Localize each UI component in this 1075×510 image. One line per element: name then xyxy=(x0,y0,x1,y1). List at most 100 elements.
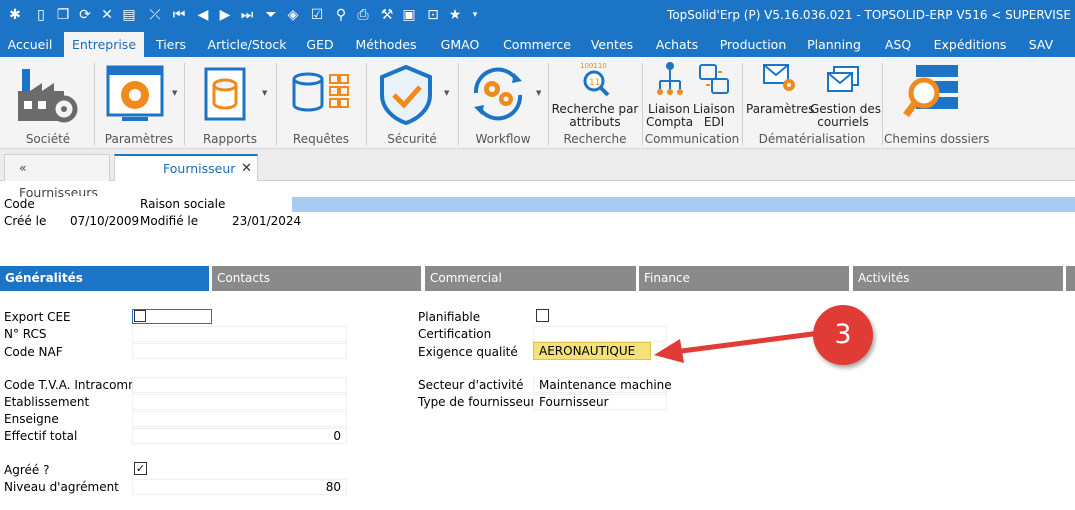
settings-gear-icon xyxy=(106,65,164,121)
filter-icon[interactable]: ⏷ xyxy=(262,6,280,24)
menu-tiers[interactable]: Tiers xyxy=(150,32,192,57)
menu-planning[interactable]: Planning xyxy=(802,32,866,57)
menu-ged[interactable]: GED xyxy=(300,32,340,57)
export-cee-checkbox[interactable] xyxy=(134,310,146,322)
print-preview-icon[interactable]: ▤ xyxy=(120,6,138,24)
planifiable-checkbox[interactable] xyxy=(536,309,549,322)
accounting-link-icon[interactable] xyxy=(656,61,684,97)
code-naf-field[interactable] xyxy=(132,343,347,359)
workflow-gears-icon xyxy=(473,67,523,121)
first-record-icon[interactable]: ⏮ xyxy=(170,6,188,24)
tab-fournisseur-label: Fournisseur xyxy=(163,161,236,176)
previous-record-icon[interactable]: ◀ xyxy=(194,6,212,24)
code-tva-field[interactable] xyxy=(132,377,347,393)
tab-fournisseurs-back[interactable]: « Fournisseurs xyxy=(4,154,110,200)
menu-entreprise[interactable]: Entreprise xyxy=(64,32,144,57)
mail-management-icon[interactable] xyxy=(826,65,860,95)
enseigne-field[interactable] xyxy=(132,411,347,427)
network-icon[interactable]: ⚲ xyxy=(332,6,350,24)
rapports-dropdown-icon[interactable]: ▼ xyxy=(262,89,267,97)
ribbon-separator xyxy=(548,63,549,145)
menu-commerce[interactable]: Commerce xyxy=(498,32,576,57)
delete-icon[interactable]: ✕ xyxy=(98,6,116,24)
menu-expeditions[interactable]: Expéditions xyxy=(930,32,1010,57)
ribbon-group-societe[interactable]: Société xyxy=(4,57,92,149)
new-document-icon[interactable]: ▯ xyxy=(32,6,50,24)
tab-fournisseur[interactable]: Fournisseur ✕ xyxy=(114,154,258,181)
ribbon-group-securite[interactable]: ▼ Sécurité xyxy=(368,57,456,149)
niveau-agrement-field[interactable]: 80 xyxy=(132,479,347,495)
tab-contacts[interactable]: Contacts xyxy=(212,266,421,291)
menu-accueil[interactable]: Accueil xyxy=(0,32,60,57)
securite-dropdown-icon[interactable]: ▼ xyxy=(444,89,449,97)
raison-sociale-field[interactable] xyxy=(229,196,292,212)
gestion-courriels-line-2: courriels xyxy=(817,115,869,129)
mail-settings-icon[interactable] xyxy=(762,61,798,95)
code-field[interactable] xyxy=(64,196,136,212)
edi-link-icon[interactable] xyxy=(698,63,730,95)
menu-ventes[interactable]: Ventes xyxy=(584,32,640,57)
copy-document-icon[interactable]: ❐ xyxy=(54,6,72,24)
tab-overflow[interactable] xyxy=(1066,266,1075,291)
last-record-icon[interactable]: ⏭ xyxy=(238,6,256,24)
liaison-edi-button[interactable]: Liaison EDI xyxy=(692,103,736,129)
favorite-box-icon[interactable]: ⊡ xyxy=(424,6,442,24)
gestion-courriels-button[interactable]: Gestion des courriels xyxy=(810,103,881,129)
printer-icon[interactable]: ⎙ xyxy=(354,6,372,24)
recherche-line-2: attributs xyxy=(569,115,621,129)
effectif-total-field[interactable]: 0 xyxy=(132,428,347,444)
code-tva-label: Code T.V.A. Intracomm. xyxy=(4,378,144,392)
certification-field[interactable] xyxy=(533,326,667,342)
ribbon-group-requetes[interactable]: Requêtes xyxy=(278,57,364,149)
menu-asq[interactable]: ASQ xyxy=(876,32,920,57)
ribbon-group-workflow[interactable]: ▼ Workflow xyxy=(460,57,546,149)
exit-record-icon[interactable]: ⤫ xyxy=(146,6,164,24)
secteur-activite-field[interactable]: Maintenance machine xyxy=(533,377,672,393)
refresh-icon[interactable]: ⟳ xyxy=(76,6,94,24)
exigence-qualite-field[interactable]: AERONAUTIQUE xyxy=(533,342,651,360)
menu-production[interactable]: Production xyxy=(716,32,790,57)
agree-checkbox[interactable]: ✓ xyxy=(134,462,147,475)
chemins-dossiers-label: Chemins dossiers xyxy=(884,132,990,146)
parametres-dropdown-icon[interactable]: ▼ xyxy=(172,89,177,97)
n-rcs-field[interactable] xyxy=(132,326,347,342)
checklist-icon[interactable]: ☑ xyxy=(308,6,326,24)
title-bar: ✱ ▯ ❐ ⟳ ✕ ▤ ⤫ ⏮ ◀ ▶ ⏭ ⏷ ◈ ☑ ⚲ ⎙ ⚒ ▣ ⊡ ★ … xyxy=(0,0,1075,32)
raison-sociale-highlight-bar[interactable] xyxy=(292,197,1075,212)
layers-icon[interactable]: ◈ xyxy=(284,6,302,24)
star-icon[interactable]: ★ xyxy=(446,6,464,24)
close-icon[interactable]: ✕ xyxy=(241,156,252,181)
ribbon-group-rapports[interactable]: ▼ Rapports xyxy=(186,57,274,149)
type-fournisseur-field[interactable]: Fournisseur xyxy=(533,394,667,410)
tab-generalites[interactable]: Généralités xyxy=(0,266,209,291)
save-icon[interactable]: ▣ xyxy=(400,6,418,24)
ribbon-group-communication: Liaison Compta Liaison EDI Communication xyxy=(644,57,740,149)
liaison-compta-button[interactable]: Liaison Compta xyxy=(646,103,693,129)
search-attributes-icon[interactable]: 100110 11 xyxy=(578,61,612,97)
ribbon-group-parametres[interactable]: ▼ Paramètres xyxy=(96,57,182,149)
menu-sav[interactable]: SAV xyxy=(1020,32,1062,57)
next-record-icon[interactable]: ▶ xyxy=(216,6,234,24)
customize-dropdown-icon[interactable]: ▾ xyxy=(466,6,484,24)
tab-activites[interactable]: Activités xyxy=(853,266,1063,291)
etablissement-field[interactable] xyxy=(132,394,347,410)
recherche-attributs-button[interactable]: Recherche par attributs xyxy=(550,103,640,129)
modifie-le-value: 23/01/2024 xyxy=(232,214,302,228)
menu-achats[interactable]: Achats xyxy=(650,32,704,57)
ribbon-group-recherche: 100110 11 Recherche par attributs Recher… xyxy=(550,57,640,149)
parametres-dematerialisation-button[interactable]: Paramètres xyxy=(746,103,814,116)
menu-methodes[interactable]: Méthodes xyxy=(352,32,420,57)
tab-finance[interactable]: Finance xyxy=(639,266,849,291)
ribbon-group-chemins-dossiers[interactable]: Chemins dossiers xyxy=(884,57,990,149)
menu-article-stock[interactable]: Article/Stock xyxy=(206,32,288,57)
niveau-agrement-label: Niveau d'agrément xyxy=(4,480,119,494)
tab-commercial[interactable]: Commercial xyxy=(425,266,636,291)
ribbon-separator xyxy=(882,63,883,145)
parametres-label: Paramètres xyxy=(104,132,174,146)
menu-gmao[interactable]: GMAO xyxy=(434,32,486,57)
tools-icon[interactable]: ⚒ xyxy=(378,6,396,24)
workflow-dropdown-icon[interactable]: ▼ xyxy=(536,89,541,97)
ribbon-separator xyxy=(642,63,643,145)
securite-label: Sécurité xyxy=(387,132,437,146)
ribbon-separator xyxy=(742,63,743,145)
